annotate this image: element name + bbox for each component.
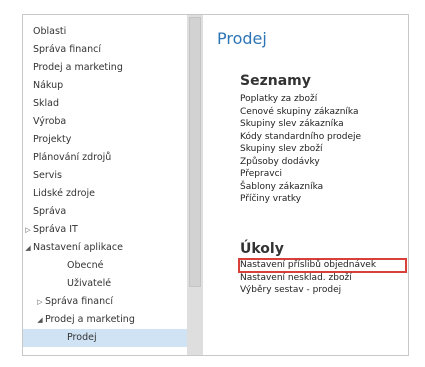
- app-frame: Oblasti Správa financí Prodej a marketing N…: [22, 14, 409, 356]
- sidebar-item[interactable]: Nákup: [23, 77, 187, 95]
- sidebar-item[interactable]: Projekty: [23, 131, 187, 149]
- sidebar-item-label: Sklad: [33, 98, 60, 109]
- tasks-heading: Úkoly: [240, 241, 284, 257]
- sidebar-item[interactable]: ▷ Správa financí: [23, 293, 187, 311]
- sidebar-item[interactable]: Prodej: [23, 329, 187, 347]
- list-link[interactable]: Šablony zákazníka: [240, 181, 323, 194]
- sidebar-item-label: Nákup: [33, 80, 64, 91]
- sidebar-item-label: Prodej a marketing: [45, 314, 135, 325]
- sidebar-item-label: Lidské zdroje: [33, 188, 95, 199]
- sidebar-item[interactable]: Prodej a marketing: [23, 59, 187, 77]
- page-title: Prodej: [217, 29, 267, 48]
- sidebar-item-label: Správa financí: [45, 296, 113, 307]
- sidebar-item-label: Projekty: [33, 134, 72, 145]
- navigation-pane: Oblasti Správa financí Prodej a marketing N…: [23, 15, 187, 355]
- list-link[interactable]: Přepravci: [240, 168, 282, 181]
- sidebar-item[interactable]: Výroba: [23, 113, 187, 131]
- collapse-arrow-icon[interactable]: ◢: [35, 311, 45, 329]
- task-link[interactable]: Nastavení příslibů objednávek: [240, 259, 376, 272]
- lists-heading: Seznamy: [240, 73, 311, 89]
- sidebar-item-label: Správa financí: [33, 44, 101, 55]
- list-link[interactable]: Cenové skupiny zákazníka: [240, 106, 359, 119]
- sidebar-item[interactable]: Uživatelé: [23, 275, 187, 293]
- sidebar-item-label: Plánování zdrojů: [33, 152, 112, 163]
- sidebar-item[interactable]: Obecné: [23, 257, 187, 275]
- expand-arrow-icon[interactable]: ▷: [35, 293, 45, 311]
- collapse-arrow-icon[interactable]: ◢: [23, 239, 33, 257]
- navigation-scrollbar[interactable]: [187, 15, 203, 355]
- list-link[interactable]: Příčiny vratky: [240, 193, 301, 206]
- task-link[interactable]: Výběry sestav - prodej: [240, 284, 341, 297]
- sidebar-item[interactable]: Oblasti: [23, 23, 187, 41]
- sidebar-item-label: Výroba: [33, 116, 67, 127]
- sidebar-item-label: Servis: [33, 170, 62, 181]
- sidebar-item-label: Uživatelé: [67, 278, 112, 289]
- list-link[interactable]: Způsoby dodávky: [240, 156, 320, 169]
- sidebar-item-label: Správa: [33, 206, 67, 217]
- sidebar-item[interactable]: Sklad: [23, 95, 187, 113]
- sidebar-item[interactable]: Servis: [23, 167, 187, 185]
- list-link[interactable]: Kódy standardního prodeje: [240, 131, 361, 144]
- list-link[interactable]: Skupiny slev zboží: [240, 143, 323, 156]
- task-link[interactable]: Nastavení nesklad. zboží: [240, 272, 352, 285]
- sidebar-item[interactable]: ◢ Prodej a marketing: [23, 311, 187, 329]
- list-link[interactable]: Poplatky za zboží: [240, 93, 317, 106]
- list-link[interactable]: Skupiny slev zákazníka: [240, 118, 344, 131]
- sidebar-item[interactable]: Lidské zdroje: [23, 185, 187, 203]
- sidebar-item[interactable]: Správa: [23, 203, 187, 221]
- sidebar-item[interactable]: Správa financí: [23, 41, 187, 59]
- sidebar-item-label: Prodej a marketing: [33, 62, 123, 73]
- sidebar-item[interactable]: ▷ Správa IT: [23, 221, 187, 239]
- sidebar-item-label: Oblasti: [33, 26, 67, 37]
- content-area: Prodej Seznamy Úkoly Poplatky za zboží Ce…: [203, 15, 408, 355]
- sidebar-item-label: Obecné: [67, 260, 104, 271]
- sidebar-item[interactable]: Plánování zdrojů: [23, 149, 187, 167]
- expand-arrow-icon[interactable]: ▷: [23, 221, 33, 239]
- scrollbar-thumb[interactable]: [189, 17, 201, 287]
- sidebar-item-label: Nastavení aplikace: [33, 242, 123, 253]
- sidebar-item-label: Správa IT: [33, 224, 78, 235]
- sidebar-item-label: Prodej: [67, 332, 97, 343]
- sidebar-item[interactable]: ◢ Nastavení aplikace: [23, 239, 187, 257]
